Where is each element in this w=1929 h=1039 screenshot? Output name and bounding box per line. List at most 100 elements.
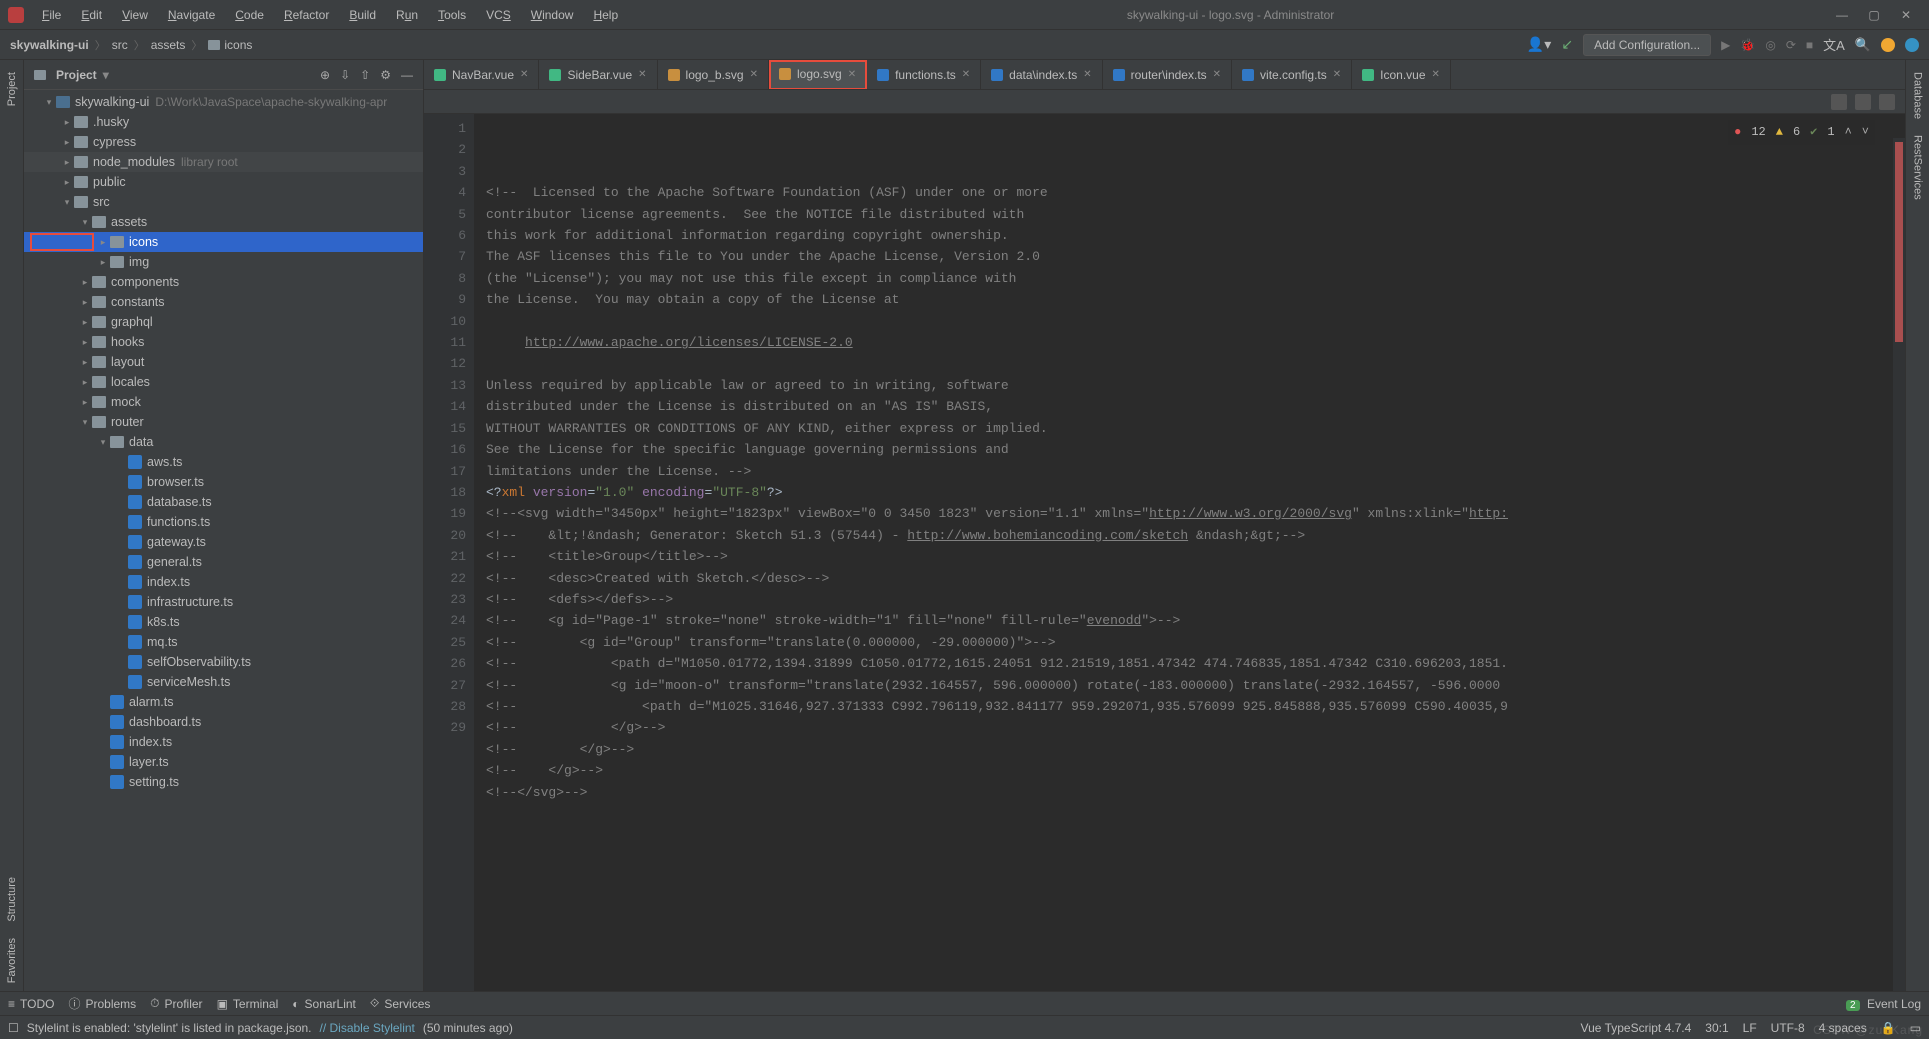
menu-file[interactable]: File: [34, 4, 69, 26]
tree-node-browser.ts[interactable]: browser.ts: [24, 472, 423, 492]
tab-logo_b-svg[interactable]: logo_b.svg✕: [658, 60, 769, 89]
status-line-ending[interactable]: LF: [1743, 1021, 1757, 1035]
run-button[interactable]: ▶: [1721, 38, 1730, 52]
tool-window-profiler[interactable]: ⏱Profiler: [150, 995, 202, 1012]
tree-arrow[interactable]: [96, 257, 110, 268]
stop-button[interactable]: ■: [1806, 38, 1813, 52]
tree-arrow[interactable]: [96, 237, 110, 248]
menu-refactor[interactable]: Refactor: [276, 4, 337, 26]
tree-arrow[interactable]: [60, 177, 74, 188]
tab-data-index-ts[interactable]: data\index.ts✕: [981, 60, 1102, 89]
crumb-src[interactable]: src: [112, 38, 128, 52]
structure-tool-tab[interactable]: Structure: [4, 869, 20, 930]
maximize-icon[interactable]: ▢: [1867, 8, 1881, 22]
tab-SideBar-vue[interactable]: SideBar.vue✕: [539, 60, 657, 89]
tab-NavBar-vue[interactable]: NavBar.vue✕: [424, 60, 539, 89]
crumb-skywalking-ui[interactable]: skywalking-ui: [10, 38, 89, 52]
inspections-widget[interactable]: ●12 ▲6 ✔1 ˄ ˅: [1728, 120, 1875, 145]
editor-body[interactable]: 1234567891011121314151617181920212223242…: [424, 114, 1905, 991]
tree-node-data[interactable]: data: [24, 432, 423, 452]
tree-node-.husky[interactable]: .husky: [24, 112, 423, 132]
tab-Icon-vue[interactable]: Icon.vue✕: [1352, 60, 1451, 89]
tree-node-serviceMesh.ts[interactable]: serviceMesh.ts: [24, 672, 423, 692]
project-tool-tab[interactable]: Project: [4, 64, 20, 114]
tab-router-index-ts[interactable]: router\index.ts✕: [1103, 60, 1232, 89]
tab-close-icon[interactable]: ✕: [520, 69, 528, 80]
menu-run[interactable]: Run: [388, 4, 426, 26]
tree-arrow[interactable]: [60, 117, 74, 128]
tab-functions-ts[interactable]: functions.ts✕: [867, 60, 981, 89]
menu-window[interactable]: Window: [523, 4, 582, 26]
sidebar-action-4[interactable]: —: [401, 68, 413, 82]
tool-window-services[interactable]: ⟐Services: [370, 995, 430, 1012]
sidebar-action-2[interactable]: ⇧: [360, 68, 370, 82]
favorites-tool-tab[interactable]: Favorites: [4, 930, 20, 991]
tree-arrow[interactable]: [78, 337, 92, 348]
tab-logo-svg[interactable]: logo.svg✕: [769, 60, 867, 90]
close-icon[interactable]: ✕: [1899, 8, 1913, 22]
code-editor[interactable]: ●12 ▲6 ✔1 ˄ ˅ <!-- Licensed to the Apach…: [474, 114, 1905, 991]
tree-node-router[interactable]: router: [24, 412, 423, 432]
menu-code[interactable]: Code: [227, 4, 272, 26]
tab-close-icon[interactable]: ✕: [848, 69, 856, 80]
tool-window-sonarlint[interactable]: ◐SonarLint: [292, 995, 356, 1012]
translate-icon[interactable]: 文A: [1823, 35, 1845, 54]
minimize-icon[interactable]: —: [1835, 8, 1849, 22]
tree-arrow[interactable]: [60, 197, 74, 208]
status-position[interactable]: 30:1: [1705, 1021, 1728, 1035]
tree-node-constants[interactable]: constants: [24, 292, 423, 312]
sidebar-action-1[interactable]: ⇩: [340, 68, 350, 82]
tree-arrow[interactable]: [42, 97, 56, 108]
menu-vcs[interactable]: VCS: [478, 4, 519, 26]
tree-node-infrastructure.ts[interactable]: infrastructure.ts: [24, 592, 423, 612]
tree-arrow[interactable]: [78, 297, 92, 308]
tree-node-graphql[interactable]: graphql: [24, 312, 423, 332]
sidebar-action-0[interactable]: ⊕: [320, 68, 330, 82]
run-config-dropdown[interactable]: Add Configuration...: [1583, 34, 1711, 56]
tree-node-aws.ts[interactable]: aws.ts: [24, 452, 423, 472]
status-language[interactable]: Vue TypeScript 4.7.4: [1581, 1021, 1692, 1035]
tab-vite-config-ts[interactable]: vite.config.ts✕: [1232, 60, 1352, 89]
ide-scripting-icon[interactable]: [1881, 38, 1895, 52]
tree-arrow[interactable]: [78, 377, 92, 388]
tree-node-skywalking-ui[interactable]: skywalking-uiD:\Work\JavaSpace\apache-sk…: [24, 92, 423, 112]
menu-help[interactable]: Help: [585, 4, 626, 26]
tree-node-functions.ts[interactable]: functions.ts: [24, 512, 423, 532]
menu-view[interactable]: View: [114, 4, 156, 26]
tree-node-assets[interactable]: assets: [24, 212, 423, 232]
tree-node-layer.ts[interactable]: layer.ts: [24, 752, 423, 772]
tab-close-icon[interactable]: ✕: [962, 69, 970, 80]
tree-arrow[interactable]: [96, 437, 110, 448]
code-with-me-icon[interactable]: 👤▾: [1527, 36, 1551, 53]
tree-node-node_modules[interactable]: node_moduleslibrary root: [24, 152, 423, 172]
tree-arrow[interactable]: [78, 417, 92, 428]
tree-arrow[interactable]: [60, 157, 74, 168]
sidebar-action-3[interactable]: ⚙: [380, 68, 391, 82]
status-encoding[interactable]: UTF-8: [1771, 1021, 1805, 1035]
tree-arrow[interactable]: [60, 137, 74, 148]
tree-node-setting.ts[interactable]: setting.ts: [24, 772, 423, 792]
prev-highlight-icon[interactable]: ˄: [1845, 122, 1852, 143]
database-tool-tab[interactable]: Database: [1910, 64, 1926, 127]
menu-build[interactable]: Build: [341, 4, 384, 26]
profile-button[interactable]: ⟳: [1786, 38, 1796, 52]
tree-node-hooks[interactable]: hooks: [24, 332, 423, 352]
tree-node-img[interactable]: img: [24, 252, 423, 272]
coverage-button[interactable]: ◎: [1765, 38, 1775, 52]
crumb-assets[interactable]: assets: [151, 38, 186, 52]
tool-window-todo[interactable]: ≡TODO: [8, 995, 54, 1012]
restservices-tool-tab[interactable]: RestServices: [1910, 127, 1926, 208]
ide-settings-icon[interactable]: [1905, 38, 1919, 52]
menu-navigate[interactable]: Navigate: [160, 4, 223, 26]
tree-node-k8s.ts[interactable]: k8s.ts: [24, 612, 423, 632]
debug-button[interactable]: 🐞: [1740, 38, 1755, 52]
event-log[interactable]: 2 Event Log: [1846, 997, 1921, 1011]
tree-node-mock[interactable]: mock: [24, 392, 423, 412]
project-tree[interactable]: skywalking-uiD:\Work\JavaSpace\apache-sk…: [24, 90, 423, 991]
menu-tools[interactable]: Tools: [430, 4, 474, 26]
tool-window-problems[interactable]: ⓘProblems: [68, 995, 136, 1012]
crumb-icons[interactable]: icons: [208, 38, 252, 52]
soft-wrap-icon[interactable]: [1831, 94, 1847, 110]
tree-node-layout[interactable]: layout: [24, 352, 423, 372]
search-everywhere-icon[interactable]: 🔍: [1855, 37, 1871, 53]
